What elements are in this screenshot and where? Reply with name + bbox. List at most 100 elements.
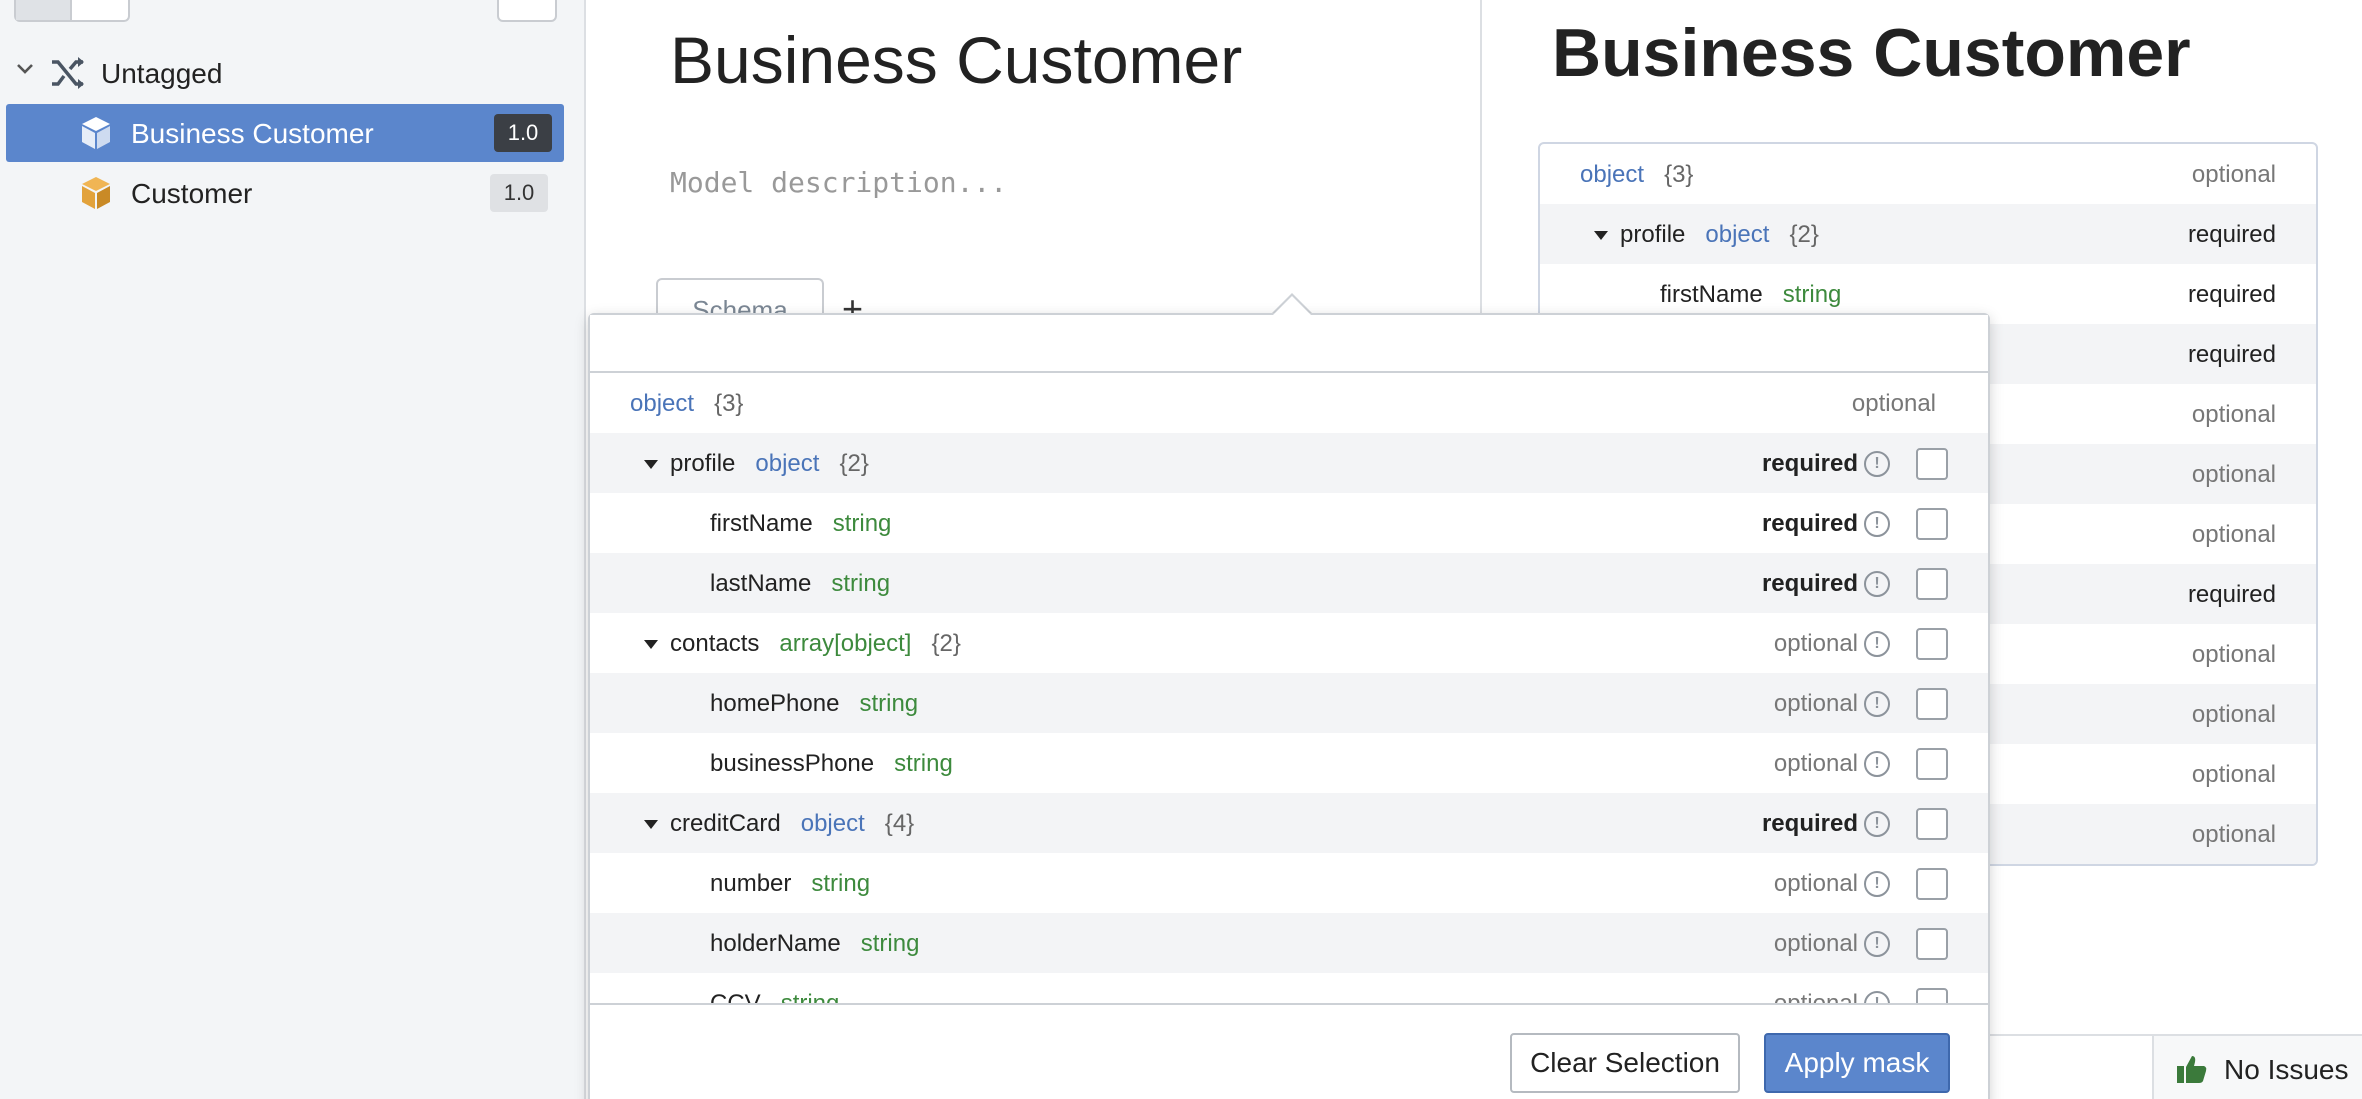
- version-badge: 1.0: [490, 174, 548, 212]
- apply-mask-button[interactable]: Apply mask: [1764, 1033, 1950, 1093]
- info-icon[interactable]: !: [1864, 751, 1890, 777]
- type-label: object: [755, 450, 820, 477]
- shuffle-icon: [52, 57, 84, 89]
- popover-arrow-fill: [1272, 296, 1312, 316]
- info-icon[interactable]: !: [1864, 511, 1890, 537]
- status-label: required: [1761, 450, 1858, 477]
- info-icon[interactable]: !: [1864, 811, 1890, 837]
- type-label: object: [1705, 221, 1770, 248]
- view-toggle-group[interactable]: [14, 0, 130, 22]
- field-checkbox[interactable]: [1916, 928, 1948, 960]
- type-label: string: [860, 930, 920, 957]
- field-name: number: [710, 870, 792, 897]
- field-checkbox[interactable]: [1916, 568, 1948, 600]
- field-name: firstName: [1660, 281, 1763, 308]
- field-name: firstName: [710, 510, 813, 537]
- field-name: creditCard: [670, 810, 781, 837]
- type-label: string: [894, 750, 953, 777]
- mask-search-input[interactable]: [590, 315, 1988, 373]
- mask-row-number[interactable]: number string optional !: [590, 853, 1988, 913]
- chevron-down-icon[interactable]: [16, 62, 34, 76]
- thumbs-up-icon: [2177, 1056, 2207, 1083]
- layers-view-button[interactable]: [16, 0, 72, 20]
- caret-down-icon[interactable]: [644, 820, 658, 830]
- status-label: optional: [1773, 930, 1858, 957]
- mask-row-lastname[interactable]: lastName string required !: [590, 553, 1988, 613]
- type-label: object: [630, 390, 695, 417]
- info-icon[interactable]: !: [1864, 571, 1890, 597]
- field-name: contacts: [670, 630, 760, 657]
- mask-row-firstname[interactable]: firstName string required !: [590, 493, 1988, 553]
- status-label: optional: [2191, 461, 2276, 488]
- type-label: string: [832, 510, 892, 537]
- caret-down-icon[interactable]: [644, 640, 658, 650]
- mask-row-creditcard[interactable]: creditCard object {4} required !: [590, 793, 1988, 853]
- info-icon[interactable]: !: [1864, 691, 1890, 717]
- field-name: lastName: [710, 570, 812, 597]
- type-label: object: [1580, 161, 1645, 188]
- model-title[interactable]: Business Customer: [670, 22, 1242, 98]
- mask-field-list[interactable]: object {3} optional profile object {2} r…: [590, 373, 1988, 1003]
- status-label: optional: [2191, 701, 2276, 728]
- field-name: businessPhone: [710, 750, 875, 777]
- caret-down-icon[interactable]: [644, 460, 658, 470]
- info-icon[interactable]: !: [1864, 631, 1890, 657]
- mask-row-holdername[interactable]: holderName string optional !: [590, 913, 1988, 973]
- status-label: optional: [2191, 761, 2276, 788]
- field-checkbox[interactable]: [1916, 808, 1948, 840]
- issues-indicator[interactable]: No Issues: [2152, 1036, 2362, 1099]
- field-checkbox[interactable]: [1916, 508, 1948, 540]
- status-label: optional: [1851, 390, 1936, 417]
- mask-row-contacts[interactable]: contacts array[object] {2} optional !: [590, 613, 1988, 673]
- type-label: string: [859, 690, 919, 717]
- info-icon[interactable]: !: [1864, 991, 1890, 1003]
- type-label: string: [831, 570, 891, 597]
- field-name: CCV: [710, 990, 761, 1003]
- field-checkbox[interactable]: [1916, 988, 1948, 1003]
- field-checkbox[interactable]: [1916, 628, 1948, 660]
- field-name: holderName: [710, 930, 841, 957]
- type-label: string: [781, 990, 840, 1003]
- field-checkbox[interactable]: [1916, 748, 1948, 780]
- field-checkbox[interactable]: [1916, 868, 1948, 900]
- mask-row-homephone[interactable]: homePhone string optional !: [590, 673, 1988, 733]
- status-label: required: [2187, 221, 2276, 248]
- table-row: object {3} optional: [1540, 144, 2316, 204]
- caret-down-icon[interactable]: [1594, 231, 1608, 241]
- mask-popover: object {3} optional profile object {2} r…: [588, 313, 1990, 1099]
- sidebar: Untagged Business Customer 1.0 Customer …: [0, 0, 586, 1099]
- info-icon[interactable]: !: [1864, 871, 1890, 897]
- status-label: required: [1761, 510, 1858, 537]
- type-label: string: [1782, 281, 1842, 308]
- model-description-input[interactable]: Model description...: [670, 166, 1007, 199]
- type-label: array[object]: [779, 630, 912, 657]
- status-label: optional: [1773, 690, 1858, 717]
- info-icon[interactable]: !: [1864, 931, 1890, 957]
- tree-item-customer[interactable]: Customer 1.0: [6, 164, 564, 222]
- field-name: profile: [670, 450, 736, 477]
- field-checkbox[interactable]: [1916, 688, 1948, 720]
- field-checkbox[interactable]: [1916, 448, 1948, 480]
- cube-icon: [82, 177, 110, 209]
- tree-item-business-customer[interactable]: Business Customer 1.0: [6, 104, 564, 162]
- version-badge: 1.0: [494, 114, 552, 152]
- mask-row-businessphone[interactable]: businessPhone string optional !: [590, 733, 1988, 793]
- count-label: {2}: [839, 450, 869, 477]
- info-icon[interactable]: !: [1864, 451, 1890, 477]
- clear-selection-button[interactable]: Clear Selection: [1510, 1033, 1740, 1093]
- status-bar: No Issues: [1990, 1034, 2362, 1099]
- tree-item-label: Business Customer: [131, 118, 374, 149]
- count-label: {4}: [884, 810, 915, 837]
- count-label: {2}: [931, 630, 961, 657]
- mask-popover-footer: Clear Selection Apply mask: [590, 1003, 1988, 1099]
- status-label: optional: [2191, 821, 2276, 848]
- status-label: optional: [1774, 990, 1858, 1003]
- sidebar-action-button[interactable]: [497, 0, 557, 22]
- mask-row-ccv[interactable]: CCV string optional !: [590, 973, 1988, 1003]
- clipboard-view-button[interactable]: [74, 0, 130, 20]
- tree-group-untagged[interactable]: Untagged: [6, 44, 564, 102]
- status-label: optional: [1773, 750, 1858, 777]
- mask-row-profile[interactable]: profile object {2} required !: [590, 433, 1988, 493]
- table-row[interactable]: profile object {2} required: [1540, 204, 2316, 264]
- type-label: object: [800, 810, 865, 837]
